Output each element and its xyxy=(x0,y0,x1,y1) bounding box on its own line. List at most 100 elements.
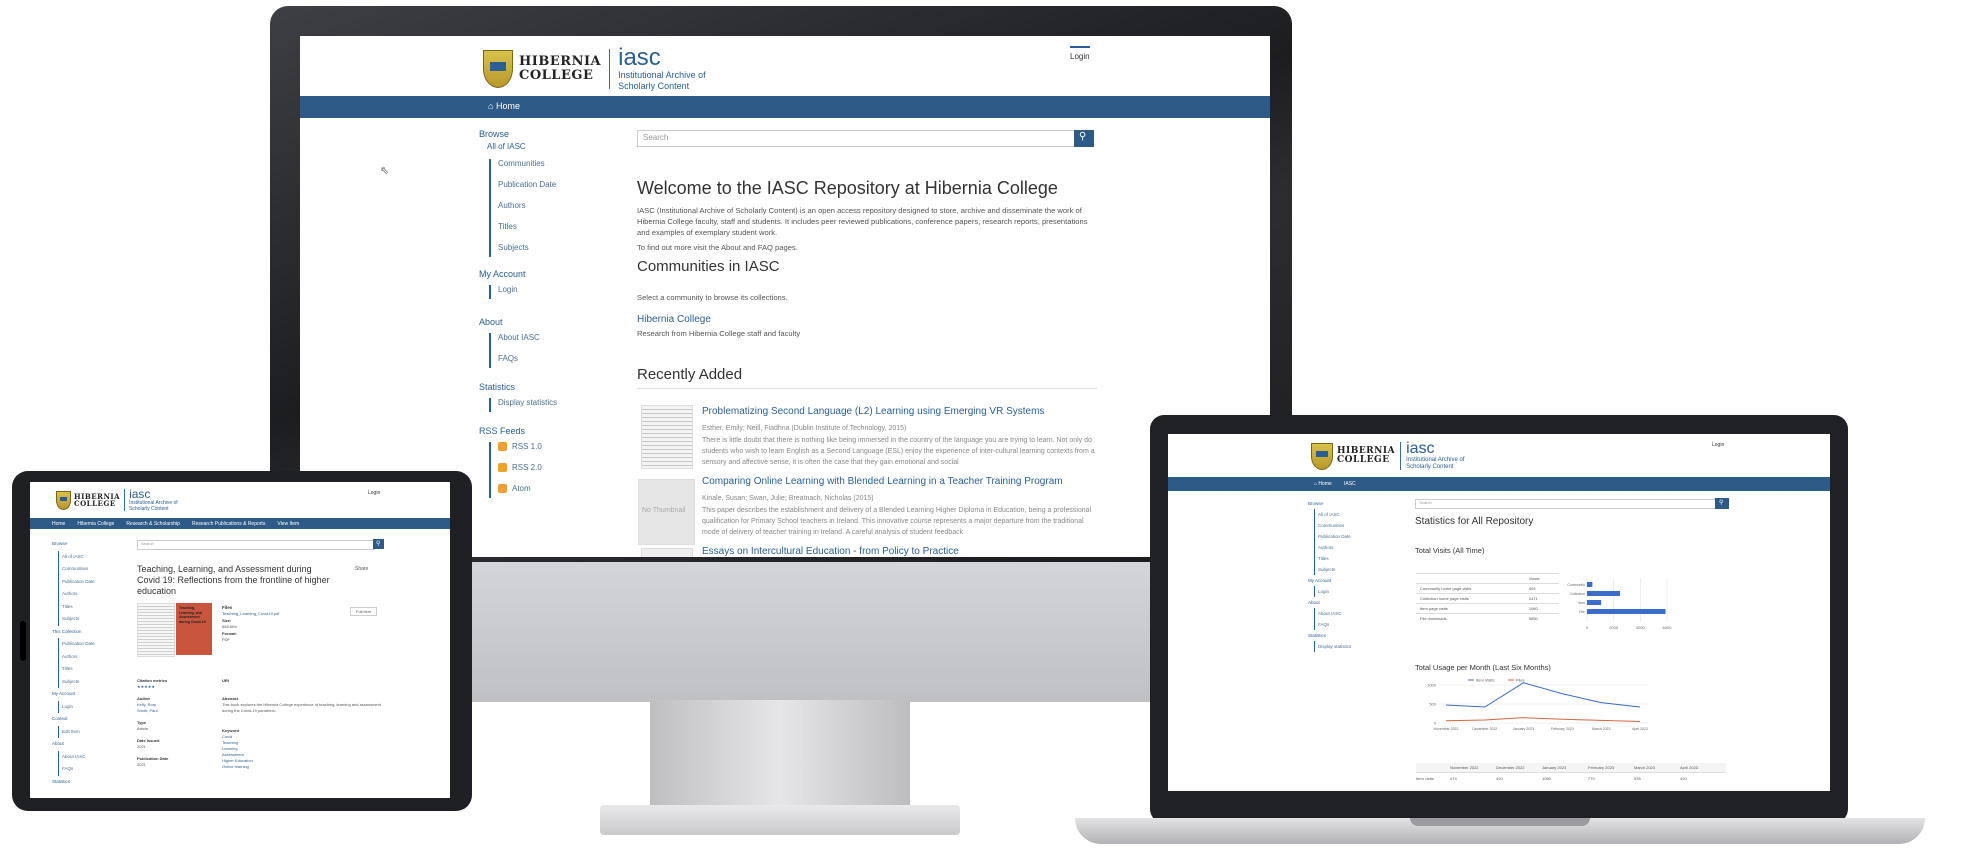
sidebar-item[interactable]: Login xyxy=(1314,586,1368,597)
sidebar-item[interactable]: FAQs xyxy=(1314,619,1368,630)
sidebar-item[interactable]: Publication Date xyxy=(58,638,112,651)
tablet-screen: HIBERNIA COLLEGE iasc Institutional Arch… xyxy=(30,482,450,798)
visits-table: Views Community home page visits 403 Coll… xyxy=(1416,573,1559,623)
recent-item-title[interactable]: Comparing Online Learning with Blended L… xyxy=(702,476,1102,487)
home-icon: ⌂ xyxy=(488,101,494,111)
site-logo[interactable]: HIBERNIA COLLEGE iasc Institutional Arch… xyxy=(1311,441,1464,471)
login-link[interactable]: Login xyxy=(1712,442,1724,448)
pub-value: 2021 xyxy=(137,762,146,767)
search-button[interactable]: ⚲ xyxy=(1715,498,1729,509)
sidebar-item-communities[interactable]: Communities xyxy=(498,159,599,180)
sidebar-item-titles[interactable]: Titles xyxy=(498,222,599,243)
search-button[interactable]: ⚲ xyxy=(373,539,384,549)
sidebar-item-login[interactable]: Login xyxy=(498,285,599,299)
uri-link[interactable] xyxy=(222,684,382,696)
sidebar-item[interactable]: Subjects xyxy=(58,613,112,626)
search-input[interactable]: Search xyxy=(1415,499,1717,509)
full-record-button[interactable]: Full item xyxy=(350,607,378,616)
sidebar-item[interactable]: About IASC xyxy=(1314,608,1368,619)
tick-label: 4000 xyxy=(1636,625,1646,630)
sidebar-item-display-statistics[interactable]: Display statistics xyxy=(498,398,599,412)
sidebar-item[interactable]: All of IASC xyxy=(58,550,112,563)
item-thumbnail[interactable] xyxy=(641,405,693,469)
breadcrumb-home[interactable]: Home xyxy=(52,521,65,527)
share-button[interactable]: Share xyxy=(355,566,368,572)
login-link[interactable]: Login xyxy=(1070,46,1090,61)
page-title: Welcome to the IASC Repository at Hibern… xyxy=(637,178,1058,198)
abstract-text: This book explores the Hibernia College … xyxy=(222,702,381,713)
no-thumbnail[interactable]: No Thumbnail xyxy=(638,479,695,545)
site-logo[interactable]: HIBERNIA COLLEGE iasc Institutional Arch… xyxy=(56,488,178,512)
keyword-link[interactable]: Online learning xyxy=(222,764,382,770)
book-cover[interactable] xyxy=(137,603,175,657)
rss-icon xyxy=(498,463,507,473)
atom-link[interactable]: Atom xyxy=(498,484,599,498)
nav-home[interactable]: ⌂ Home xyxy=(488,101,520,111)
table-row: File downloads 5890 xyxy=(1416,613,1559,623)
sidebar-item[interactable]: Titles xyxy=(58,600,112,613)
login-link[interactable]: Login xyxy=(368,490,380,496)
sidebar-item[interactable]: Subjects xyxy=(1314,564,1368,575)
sidebar: Browse All of IASC Communities Publicati… xyxy=(479,129,599,498)
rss-icon xyxy=(498,484,507,494)
breadcrumb-sub[interactable]: Research & Scholarship xyxy=(126,521,180,527)
sidebar-item-about-iasc[interactable]: About IASC xyxy=(498,333,599,354)
monitor-stand-base xyxy=(600,805,960,835)
sidebar-item-publication-date[interactable]: Publication Date xyxy=(498,180,599,201)
book-cover-covid[interactable]: Teaching, Learning, and Assessment durin… xyxy=(176,603,212,655)
row-value: 1060 xyxy=(1542,776,1551,781)
breadcrumb-community[interactable]: Hibernia College xyxy=(77,521,114,527)
sidebar-item-subjects[interactable]: Subjects xyxy=(498,243,599,257)
sidebar-item[interactable]: Publication Date xyxy=(1314,531,1368,542)
search-input[interactable]: Search xyxy=(137,540,375,550)
tick-label: 2000 xyxy=(1609,625,1619,630)
site-logo[interactable]: HIBERNIA COLLEGE iasc Institutional Arch… xyxy=(483,46,706,92)
x-tick-label: April 2023 xyxy=(1632,727,1648,731)
sidebar-item[interactable]: Login xyxy=(58,700,112,713)
sidebar-item[interactable]: Communities xyxy=(58,563,112,576)
search-button[interactable]: ⚲ xyxy=(1074,130,1094,147)
browse-all-link[interactable]: All of IASC xyxy=(487,142,599,151)
sidebar-heading: About xyxy=(52,741,64,746)
sidebar-item-authors[interactable]: Authors xyxy=(498,201,599,222)
bar-label: Community xyxy=(1567,583,1585,587)
bar-label: Collection xyxy=(1570,592,1585,596)
sidebar-item-faqs[interactable]: FAQs xyxy=(498,354,599,368)
rss-2-link[interactable]: RSS 2.0 xyxy=(498,463,599,484)
welcome-more: To find out more visit the About and FAQ… xyxy=(637,243,798,252)
nav-iasc[interactable]: IASC xyxy=(1344,481,1356,487)
sidebar-item[interactable]: Communities xyxy=(1314,520,1368,531)
item-thumbnail[interactable] xyxy=(641,548,693,557)
nav-home[interactable]: ⌂ Home xyxy=(1314,481,1332,487)
sidebar-item[interactable]: Publication Date xyxy=(58,575,112,588)
file-link[interactable]: Teaching_Learning_Covid19.pdf xyxy=(222,611,279,616)
sidebar-item[interactable]: Authors xyxy=(58,650,112,663)
about-heading: About xyxy=(479,317,503,327)
sidebar-item[interactable]: All of IASC xyxy=(1314,509,1368,520)
keywords-list: Covid Teaching Learning Assessment Higher Ed… xyxy=(222,734,382,770)
sidebar-item[interactable]: About IASC xyxy=(58,750,112,763)
sidebar-item[interactable]: Edit Item xyxy=(58,725,112,738)
tick-label: 6000 xyxy=(1663,625,1673,630)
files-heading: Files xyxy=(222,605,233,610)
search-input[interactable]: Search xyxy=(637,130,1075,147)
search-icon: ⚲ xyxy=(1079,131,1087,142)
sidebar-item[interactable]: Display statistics xyxy=(1314,641,1368,652)
sidebar-item[interactable]: Authors xyxy=(1314,542,1368,553)
rss-1-link[interactable]: RSS 1.0 xyxy=(498,442,599,463)
breadcrumb: Home Hibernia College Research & Scholar… xyxy=(30,518,450,529)
sidebar-item[interactable]: FAQs xyxy=(58,763,112,776)
recent-item-title[interactable]: Problematizing Second Language (L2) Lear… xyxy=(702,406,1102,417)
sidebar-item[interactable]: Subjects xyxy=(58,675,112,688)
sidebar-item[interactable]: Titles xyxy=(58,663,112,676)
month-header: March 2023 xyxy=(1634,765,1656,770)
breadcrumb: ⌂ Home IASC xyxy=(1168,477,1830,491)
community-link[interactable]: Hibernia College xyxy=(637,314,711,325)
sidebar-item[interactable]: Titles xyxy=(1314,553,1368,564)
rss-icon xyxy=(498,442,507,452)
visits-bar-chart: 0 2000 4000 6000 Community Collection Item File xyxy=(1567,578,1673,630)
sidebar-item[interactable]: Authors xyxy=(58,588,112,601)
month-header: January 2023 xyxy=(1542,765,1567,770)
recent-item-title[interactable]: Essays on Intercultural Education - from… xyxy=(702,546,1102,557)
breadcrumb-collection[interactable]: Research Publications & Reports xyxy=(192,521,265,527)
